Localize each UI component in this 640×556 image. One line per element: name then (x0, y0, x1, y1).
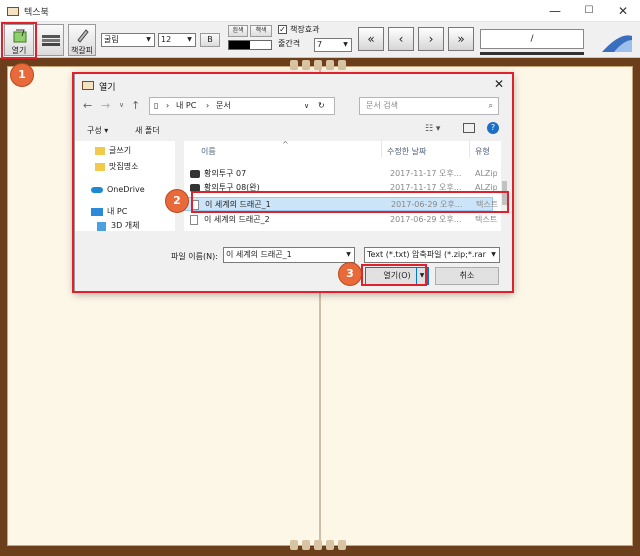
bookshelf-button[interactable] (36, 24, 64, 56)
color-swatch[interactable] (228, 40, 272, 50)
stitch (290, 60, 298, 70)
page-curl-icon (602, 35, 632, 52)
page-progress-bar[interactable] (480, 52, 584, 55)
page-effect-checkbox[interactable]: ✓ (278, 25, 287, 34)
stitch (302, 540, 310, 550)
line-spacing-label: 줄간격 (278, 39, 301, 48)
close-button[interactable]: ✕ (606, 0, 640, 22)
top-stitches (290, 60, 350, 70)
next-page-icon: › (428, 32, 434, 46)
window-title: 텍스북 (24, 8, 49, 18)
line-spacing-value: 7 (317, 40, 323, 49)
chevron-down-icon: ▼ (146, 36, 151, 43)
stitch (290, 540, 298, 550)
line-spacing-select[interactable]: 7 ▼ (314, 38, 352, 52)
step-badge-3: 3 (338, 262, 362, 286)
page-indicator: / (480, 29, 584, 49)
toolbar: 열기 책갈피 굴림 ▼ 12 ▼ B 흰색 책색 ✓ 책장효과 줄간격 7 ▼ … (0, 22, 640, 58)
font-name-select[interactable]: 굴림 ▼ (101, 33, 155, 47)
bottom-stitches (290, 540, 350, 550)
next-page-button[interactable]: › (418, 27, 444, 51)
stitch (338, 540, 346, 550)
chevron-down-icon: ▼ (343, 41, 348, 48)
stitch (338, 60, 346, 70)
chevron-down-icon: ▼ (187, 36, 192, 43)
last-page-button[interactable]: » (448, 27, 474, 51)
bold-button[interactable]: B (200, 33, 220, 47)
color-button[interactable]: 책색 (250, 25, 272, 37)
title-bar: 텍스북 — ☐ ✕ (0, 0, 640, 22)
stitch (326, 60, 334, 70)
first-page-icon: « (367, 32, 375, 46)
books-stack-icon (42, 35, 60, 46)
font-name-value: 굴림 (104, 35, 119, 44)
white-color-button[interactable]: 흰색 (228, 25, 248, 37)
step-badge-2: 2 (165, 189, 189, 213)
maximize-button[interactable]: ☐ (572, 0, 606, 22)
highlight-open-dialog-button (361, 264, 427, 286)
page-effect-label: 책장효과 (290, 25, 320, 34)
bookmark-icon (77, 29, 89, 43)
prev-page-icon: ‹ (398, 32, 404, 46)
bookmark-button[interactable]: 책갈피 (68, 24, 96, 56)
last-page-icon: » (457, 32, 465, 46)
font-size-value: 12 (161, 35, 172, 44)
font-size-select[interactable]: 12 ▼ (158, 33, 196, 47)
stitch (326, 540, 334, 550)
bookmark-label: 책갈피 (70, 46, 94, 55)
stitch (314, 540, 322, 550)
stitch (314, 60, 322, 70)
stitch (302, 60, 310, 70)
first-page-button[interactable]: « (358, 27, 384, 51)
minimize-button[interactable]: — (538, 0, 572, 22)
prev-page-button[interactable]: ‹ (388, 27, 414, 51)
highlight-dialog (72, 72, 514, 293)
highlight-open-button (1, 22, 37, 59)
step-badge-1: 1 (10, 63, 34, 87)
app-icon (7, 7, 19, 16)
highlight-selected-file (191, 191, 509, 213)
